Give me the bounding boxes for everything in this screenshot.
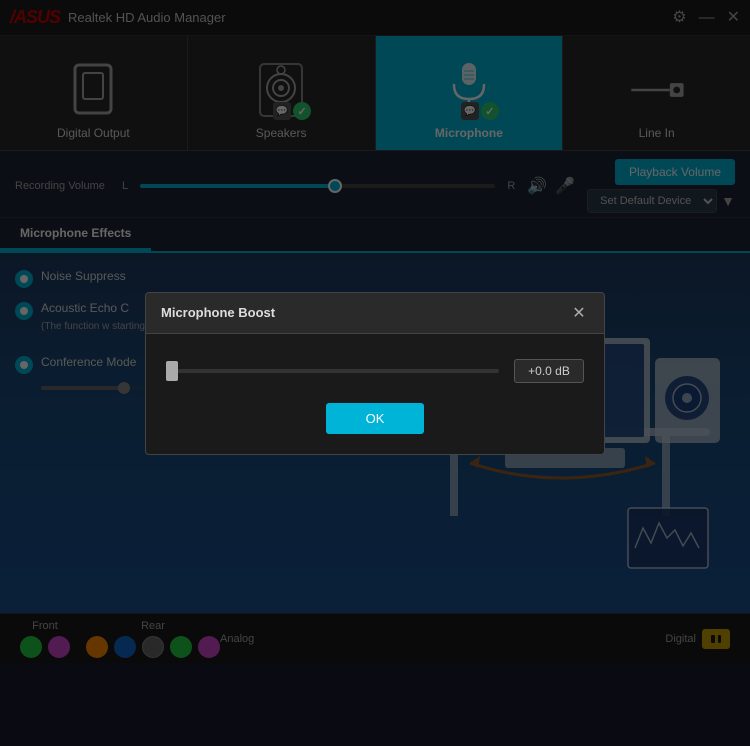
microphone-boost-modal: Microphone Boost ✕ +0.0 dB OK bbox=[145, 292, 605, 455]
modal-ok-button[interactable]: OK bbox=[326, 403, 425, 434]
modal-header: Microphone Boost ✕ bbox=[146, 293, 604, 334]
modal-close-button[interactable]: ✕ bbox=[569, 303, 589, 323]
modal-slider-thumb[interactable] bbox=[166, 361, 178, 381]
modal-db-value: +0.0 dB bbox=[514, 359, 584, 383]
modal-slider-row: +0.0 dB bbox=[166, 359, 584, 383]
modal-body: +0.0 dB OK bbox=[146, 334, 604, 454]
modal-title: Microphone Boost bbox=[161, 305, 275, 320]
modal-slider-track[interactable] bbox=[166, 369, 499, 373]
modal-overlay: Microphone Boost ✕ +0.0 dB OK bbox=[0, 0, 750, 746]
